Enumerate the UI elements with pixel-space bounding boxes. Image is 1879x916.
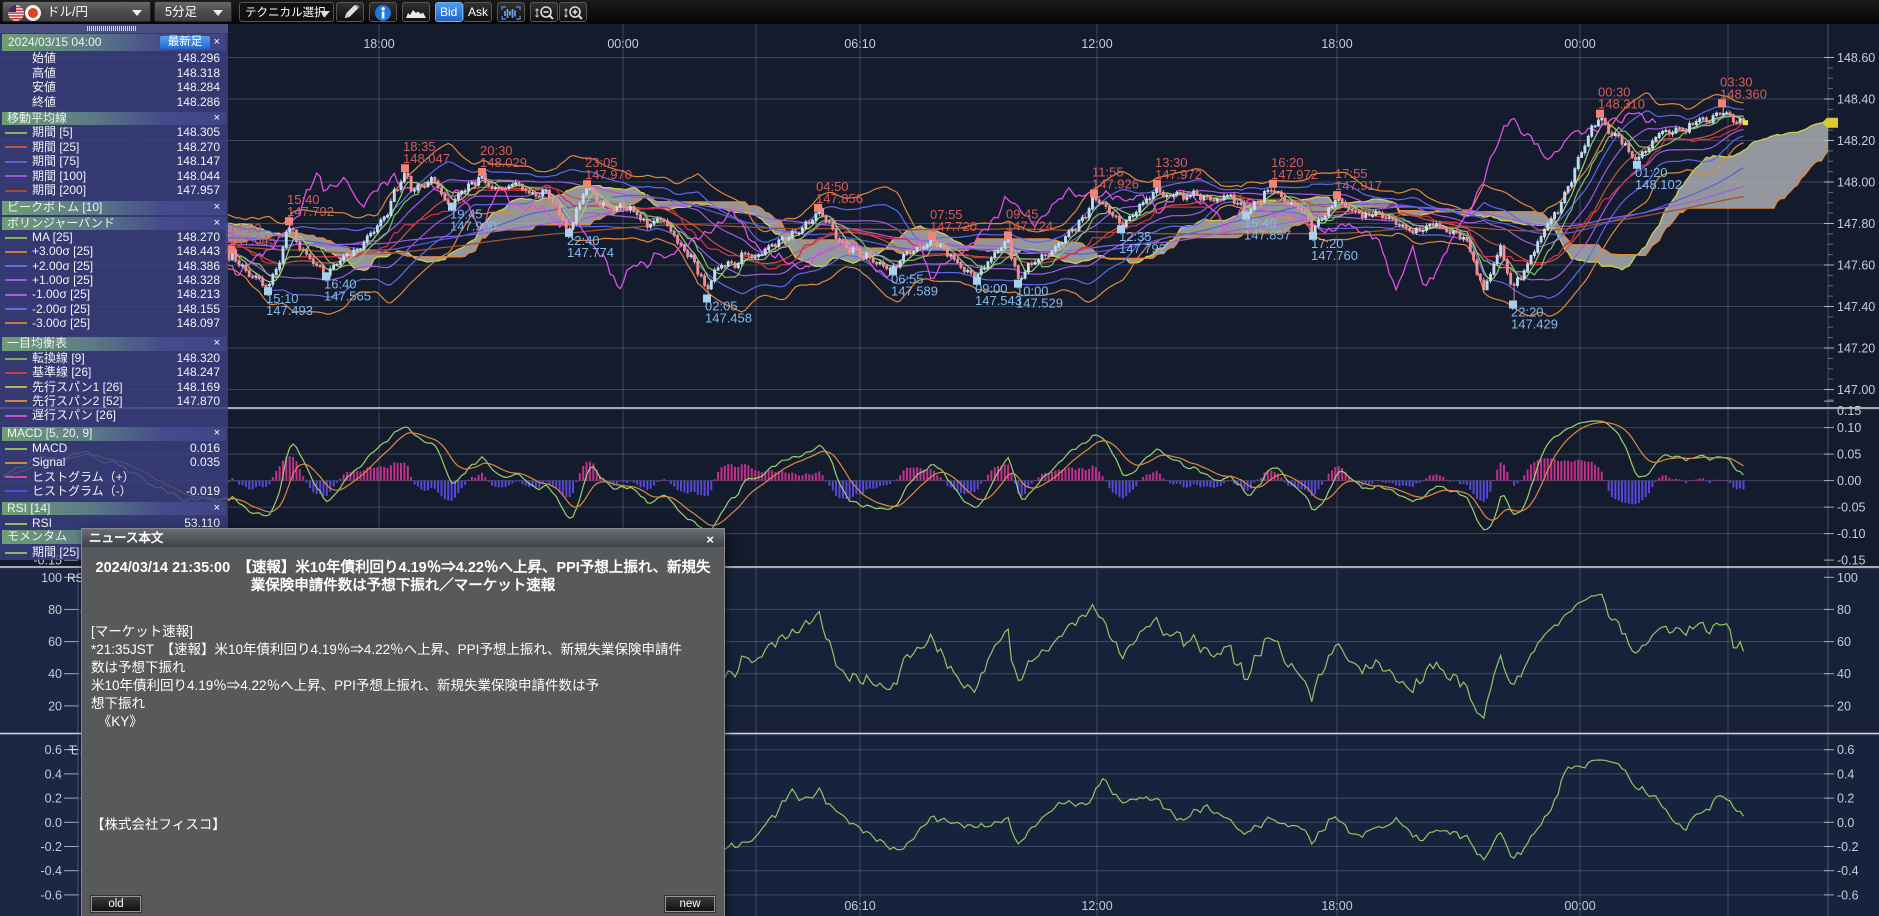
svg-text:147.529: 147.529 — [1016, 296, 1063, 311]
svg-text:148.00: 148.00 — [1837, 176, 1875, 190]
svg-text:40: 40 — [1837, 667, 1851, 681]
svg-text:0.00: 0.00 — [1837, 474, 1861, 488]
svg-text:0.10: 0.10 — [1837, 421, 1861, 435]
svg-text:-0.4: -0.4 — [1837, 864, 1859, 878]
svg-text:80: 80 — [48, 603, 62, 617]
svg-text:12:00: 12:00 — [1081, 899, 1112, 913]
svg-text:00:00: 00:00 — [607, 37, 638, 51]
svg-text:147.972: 147.972 — [1271, 167, 1318, 182]
svg-text:147.493: 147.493 — [266, 303, 313, 318]
svg-text:148.360: 148.360 — [1720, 86, 1767, 101]
svg-text:20: 20 — [1837, 699, 1851, 713]
svg-text:-0.15: -0.15 — [1837, 554, 1866, 568]
svg-text:-0.05: -0.05 — [1837, 501, 1866, 515]
svg-text:147.589: 147.589 — [891, 283, 938, 298]
svg-text:-0.2: -0.2 — [1837, 840, 1859, 854]
svg-text:147.792: 147.792 — [287, 204, 334, 219]
svg-text:147.724: 147.724 — [1006, 218, 1053, 233]
svg-text:06:10: 06:10 — [844, 899, 875, 913]
svg-text:80: 80 — [1837, 603, 1851, 617]
svg-text:12:00: 12:00 — [1081, 37, 1112, 51]
svg-text:147.900: 147.900 — [450, 219, 497, 234]
svg-text:147.760: 147.760 — [1311, 248, 1358, 263]
svg-text:18:00: 18:00 — [1321, 899, 1352, 913]
svg-text:147.792: 147.792 — [1119, 241, 1166, 256]
svg-text:0.6: 0.6 — [45, 743, 62, 757]
svg-text:147.857: 147.857 — [1244, 228, 1291, 243]
svg-text:147.543: 147.543 — [975, 293, 1022, 308]
svg-text:100: 100 — [41, 571, 62, 585]
svg-text:0.4: 0.4 — [1837, 767, 1854, 781]
svg-text:-0.6: -0.6 — [40, 888, 62, 902]
svg-text:147.60: 147.60 — [1837, 259, 1875, 273]
svg-text:60: 60 — [1837, 635, 1851, 649]
svg-text:147.774: 147.774 — [567, 245, 614, 260]
svg-text:-0.6: -0.6 — [1837, 888, 1859, 902]
svg-text:147.856: 147.856 — [816, 191, 863, 206]
svg-text:147.917: 147.917 — [1335, 178, 1382, 193]
svg-text:06:10: 06:10 — [844, 37, 875, 51]
svg-text:20: 20 — [48, 699, 62, 713]
svg-text:18:00: 18:00 — [1321, 37, 1352, 51]
svg-text:148.029: 148.029 — [480, 155, 527, 170]
svg-text:-0.4: -0.4 — [40, 864, 62, 878]
svg-text:147.972: 147.972 — [1155, 167, 1202, 182]
svg-text:148.310: 148.310 — [1598, 97, 1645, 112]
svg-text:147.565: 147.565 — [324, 288, 371, 303]
svg-text:40: 40 — [48, 667, 62, 681]
svg-text:100: 100 — [1837, 571, 1858, 585]
svg-text:148.60: 148.60 — [1837, 51, 1875, 65]
svg-text:147.40: 147.40 — [1837, 300, 1875, 314]
svg-text:0.0: 0.0 — [45, 816, 62, 830]
svg-text:147.458: 147.458 — [705, 311, 752, 326]
svg-text:148.20: 148.20 — [1837, 134, 1875, 148]
svg-text:00:00: 00:00 — [1564, 37, 1595, 51]
svg-text:0.15: 0.15 — [1837, 404, 1861, 418]
svg-text:0.05: 0.05 — [1837, 448, 1861, 462]
svg-text:147.429: 147.429 — [1511, 317, 1558, 332]
svg-text:147.00: 147.00 — [1837, 383, 1875, 397]
svg-text:147.720: 147.720 — [930, 219, 977, 234]
svg-text:0.6: 0.6 — [1837, 743, 1854, 757]
svg-text:147.20: 147.20 — [1837, 342, 1875, 356]
svg-text:0.4: 0.4 — [45, 767, 62, 781]
svg-text:0.2: 0.2 — [1837, 792, 1854, 806]
svg-text:0.0: 0.0 — [1837, 816, 1854, 830]
svg-text:148.047: 148.047 — [403, 151, 450, 166]
svg-text:148.102: 148.102 — [1635, 177, 1682, 192]
svg-text:60: 60 — [48, 635, 62, 649]
svg-text:148.40: 148.40 — [1837, 93, 1875, 107]
svg-text:147.645: 147.645 — [229, 233, 276, 248]
svg-text:00:00: 00:00 — [1564, 899, 1595, 913]
svg-text:147.970: 147.970 — [585, 167, 632, 182]
svg-text:0.2: 0.2 — [45, 792, 62, 806]
svg-text:147.926: 147.926 — [1092, 176, 1139, 191]
svg-text:-0.10: -0.10 — [1837, 527, 1866, 541]
svg-text:-0.2: -0.2 — [40, 840, 62, 854]
svg-text:147.80: 147.80 — [1837, 217, 1875, 231]
svg-text:18:00: 18:00 — [363, 37, 394, 51]
